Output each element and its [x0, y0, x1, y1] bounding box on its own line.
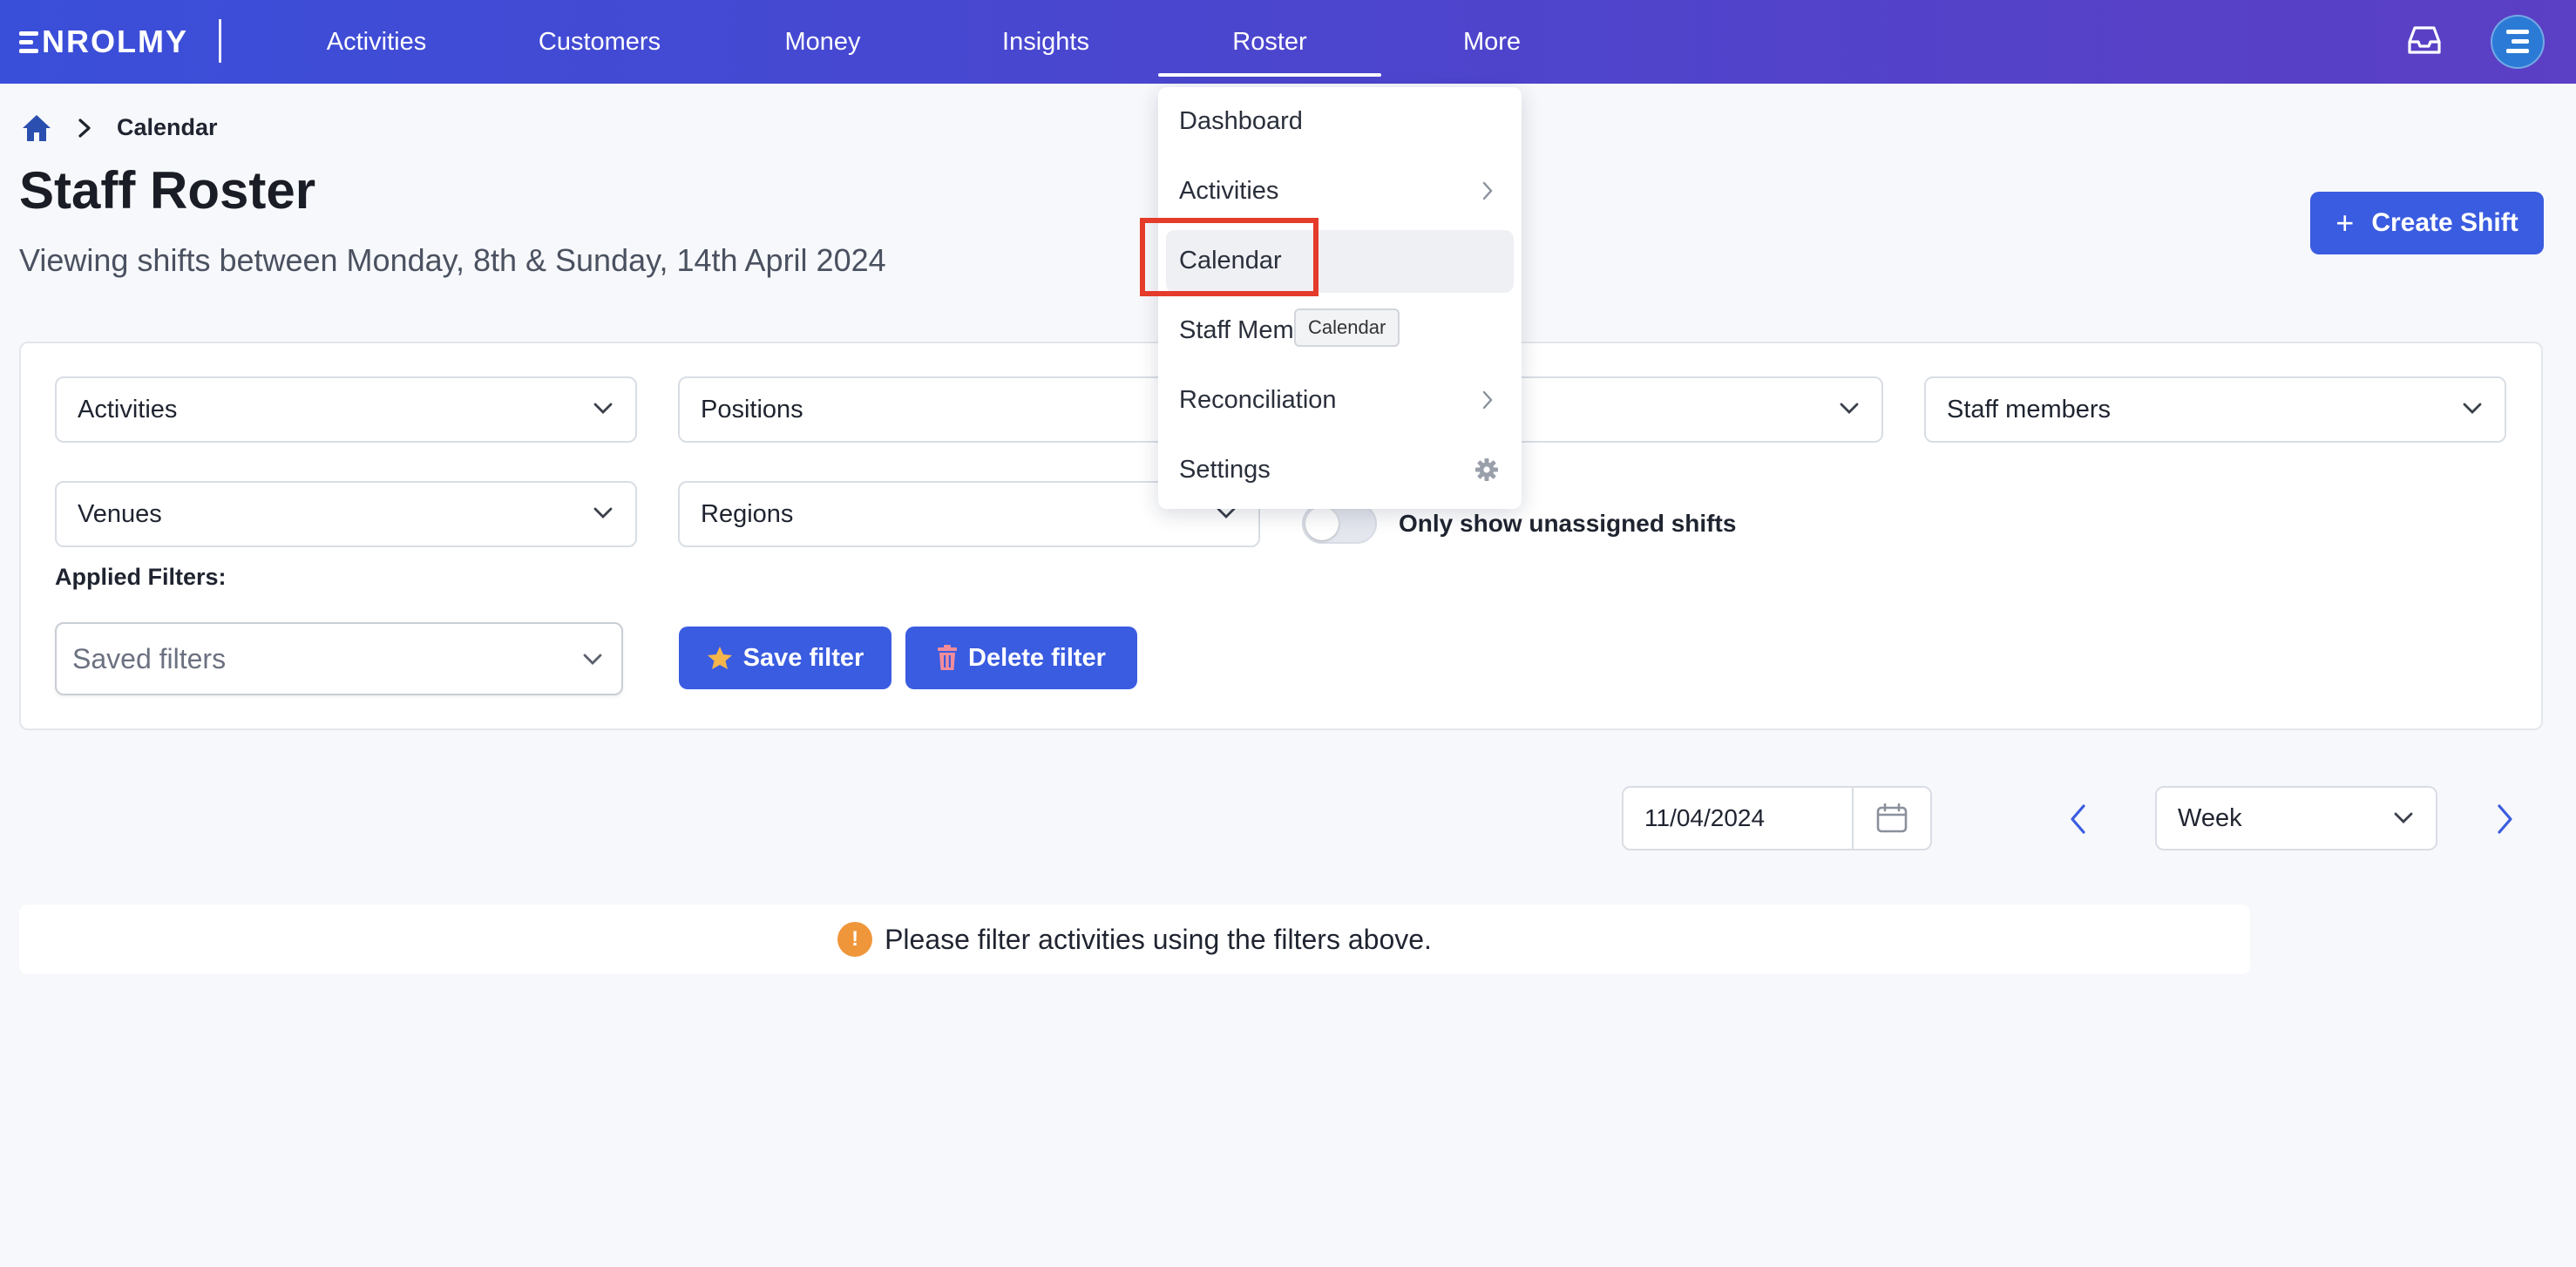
avatar[interactable] [2491, 15, 2545, 69]
chevron-down-icon [2463, 403, 2482, 414]
delete-filter-button[interactable]: Delete filter [905, 627, 1137, 689]
menu-item-label: Reconciliation [1179, 385, 1337, 414]
home-icon[interactable] [21, 113, 52, 143]
unassigned-shifts-label: Only show unassigned shifts [1399, 510, 1737, 537]
star-icon [707, 647, 732, 669]
save-filter-label: Save filter [742, 643, 864, 672]
nav-more[interactable]: More [1447, 0, 1537, 84]
menu-item-reconciliation[interactable]: Reconciliation [1158, 368, 1522, 432]
date-picker-input[interactable]: 11/04/2024 [1622, 786, 1932, 850]
view-period-select[interactable]: Week [2155, 786, 2437, 850]
applied-filters-label: Applied Filters: [55, 564, 227, 590]
chevron-down-icon [2394, 812, 2413, 823]
nav-insights[interactable]: Insights [980, 0, 1112, 84]
delete-filter-label: Delete filter [968, 643, 1106, 672]
menu-item-settings[interactable]: Settings [1158, 437, 1522, 502]
staff-members-filter-select[interactable]: Staff members [1924, 376, 2506, 443]
menu-item-activities[interactable]: Activities [1158, 159, 1522, 223]
venues-filter-label: Venues [78, 499, 162, 528]
avatar-e-icon [2506, 30, 2529, 53]
trash-icon [938, 645, 958, 670]
page-subtitle: Viewing shifts between Monday, 8th & Sun… [19, 242, 886, 278]
nav-customers[interactable]: Customers [526, 0, 673, 84]
chevron-right-icon [1482, 181, 1493, 200]
chevron-down-icon [593, 507, 613, 518]
next-period-icon[interactable] [2494, 803, 2515, 835]
saved-filters-placeholder: Saved filters [72, 642, 227, 674]
highlight-annotation-box [1140, 218, 1319, 296]
gear-icon [1475, 458, 1498, 481]
top-navigation-bar: NROLMY Activities Customers Money Insigh… [0, 0, 2576, 84]
menu-item-label: Activities [1179, 176, 1279, 205]
chevron-down-icon [593, 403, 613, 414]
logo[interactable]: NROLMY [19, 24, 188, 59]
logo-divider [219, 19, 221, 63]
logo-text: NROLMY [42, 24, 188, 59]
filter-notice-text: Please filter activities using the filte… [885, 923, 1432, 955]
saved-filters-select[interactable]: Saved filters [55, 622, 623, 695]
activities-filter-select[interactable]: Activities [55, 376, 637, 443]
chevron-down-icon [1217, 507, 1236, 518]
nav-money[interactable]: Money [765, 0, 880, 84]
warning-icon: ! [837, 922, 873, 957]
staff-members-filter-label: Staff members [1947, 395, 2112, 423]
previous-period-icon[interactable] [2068, 803, 2089, 835]
save-filter-button[interactable]: Save filter [679, 627, 891, 689]
toggle-knob [1305, 507, 1339, 540]
chevron-right-icon [1482, 390, 1493, 410]
chevron-down-icon [1840, 403, 1859, 414]
view-period-value: Week [2178, 803, 2242, 832]
positions-filter-label: Positions [701, 395, 803, 423]
nav-activities[interactable]: Activities [307, 0, 446, 84]
menu-item-dashboard[interactable]: Dashboard [1158, 89, 1522, 153]
menu-item-label: Dashboard [1179, 106, 1303, 135]
chevron-down-icon [583, 654, 602, 665]
create-shift-button[interactable]: + Create Shift [2310, 192, 2544, 254]
calendar-button[interactable] [1852, 788, 1930, 849]
regions-filter-label: Regions [701, 499, 794, 528]
chevron-right-icon [78, 119, 91, 138]
inbox-icon[interactable] [2407, 24, 2442, 56]
menu-item-label: Settings [1179, 455, 1271, 484]
nav-roster[interactable]: Roster [1158, 0, 1381, 84]
breadcrumb-current: Calendar [117, 114, 218, 140]
calendar-icon [1876, 803, 1908, 833]
venues-filter-select[interactable]: Venues [55, 481, 637, 547]
create-shift-label: Create Shift [2371, 208, 2518, 237]
date-value: 11/04/2024 [1644, 804, 1766, 831]
unassigned-shifts-toggle[interactable] [1302, 504, 1377, 544]
filter-notice: ! Please filter activities using the fil… [19, 905, 2250, 974]
page-title: Staff Roster [19, 161, 316, 220]
logo-e-icon [19, 30, 38, 54]
menu-item-label: Staff Mem [1179, 315, 1294, 344]
plus-icon: + [2335, 205, 2355, 241]
calendar-tooltip: Calendar [1294, 308, 1400, 347]
activities-filter-label: Activities [78, 395, 178, 423]
